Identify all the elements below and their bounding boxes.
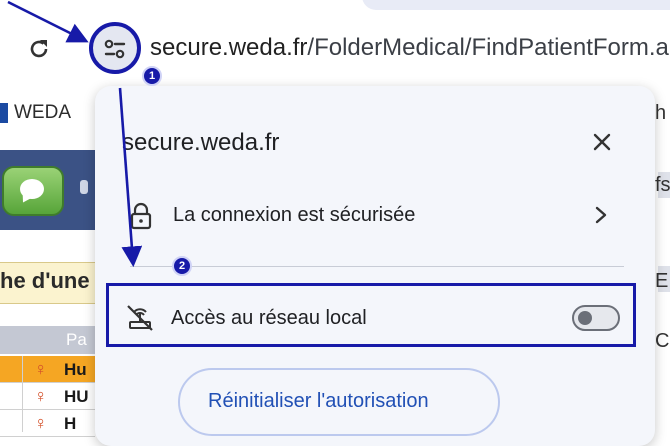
annotation-badge-2: 2 xyxy=(172,256,192,276)
annotation-badge-1: 1 xyxy=(142,66,162,86)
annotation-arrow xyxy=(7,0,89,43)
annotation-overlay xyxy=(7,0,143,268)
annotation-circle xyxy=(89,22,141,74)
annotation-arrow xyxy=(118,87,143,268)
